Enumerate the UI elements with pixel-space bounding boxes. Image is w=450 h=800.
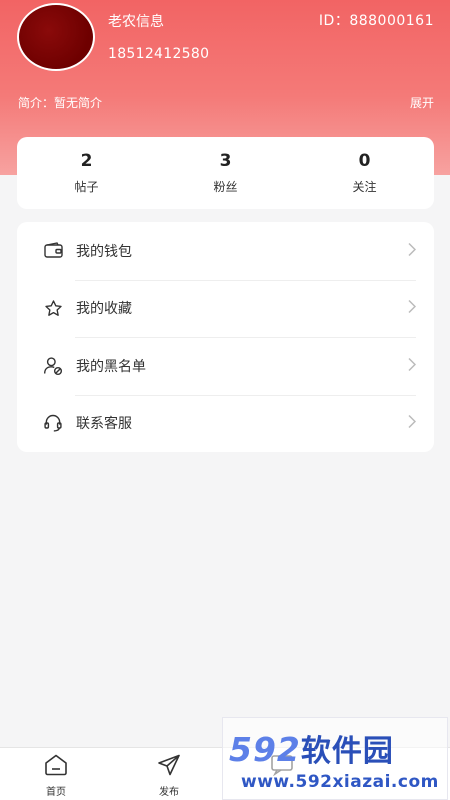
stat-value: 3 [219, 151, 232, 171]
chevron-right-icon [408, 414, 417, 433]
watermark-title: 592软件园 [229, 726, 394, 770]
menu-item-wallet[interactable]: 我的钱包 [17, 222, 434, 280]
user-id: ID：888000161 [318, 13, 434, 29]
tab-label: 首页 [46, 787, 66, 798]
stat-value: 0 [358, 151, 371, 171]
stats-card: 2 帖子 3 粉丝 0 关注 [17, 137, 434, 209]
stat-label: 关注 [352, 180, 377, 194]
stat-label: 粉丝 [213, 180, 238, 194]
menu-item-blacklist[interactable]: 我的黑名单 [17, 337, 434, 395]
blacklist-user-icon [43, 356, 63, 376]
menu-label: 联系客服 [76, 416, 132, 433]
star-icon [43, 298, 63, 318]
bio-text: 简介：暂无简介 [18, 96, 103, 110]
stat-value: 2 [80, 151, 93, 171]
menu-item-favorites[interactable]: 我的收藏 [17, 279, 434, 338]
tab-home[interactable]: 首页 [26, 754, 86, 798]
send-icon [157, 754, 181, 780]
chevron-right-icon [408, 299, 417, 318]
menu-label: 我的收藏 [76, 301, 132, 318]
stat-posts[interactable]: 2 帖子 [17, 137, 156, 209]
chevron-right-icon [408, 356, 417, 375]
username: 老农信息 [108, 14, 164, 30]
watermark-digits: 592 [229, 730, 301, 769]
menu-label: 我的黑名单 [76, 358, 146, 375]
watermark-url: www.592xiazai.com [241, 772, 439, 792]
phone-number: 18512412580 [108, 46, 210, 62]
menu-label: 我的钱包 [76, 243, 132, 260]
home-icon [44, 754, 68, 780]
stat-fans[interactable]: 3 粉丝 [156, 137, 295, 209]
menu-list: 我的钱包 我的收藏 我的黑名单 联系客服 [17, 222, 434, 452]
tab-publish[interactable]: 发布 [139, 754, 199, 798]
stat-label: 帖子 [74, 180, 99, 194]
expand-button[interactable]: 展开 [410, 94, 434, 111]
watermark-logo: 592软件园 www.592xiazai.com [222, 717, 448, 800]
tab-label: 发布 [159, 787, 179, 798]
menu-item-customer-service[interactable]: 联系客服 [17, 394, 434, 453]
headset-icon [43, 413, 63, 433]
stat-following[interactable]: 0 关注 [295, 137, 434, 209]
wallet-icon [43, 241, 63, 261]
avatar[interactable] [17, 3, 95, 71]
watermark-cn: 软件园 [300, 734, 394, 769]
chevron-right-icon [408, 241, 417, 260]
